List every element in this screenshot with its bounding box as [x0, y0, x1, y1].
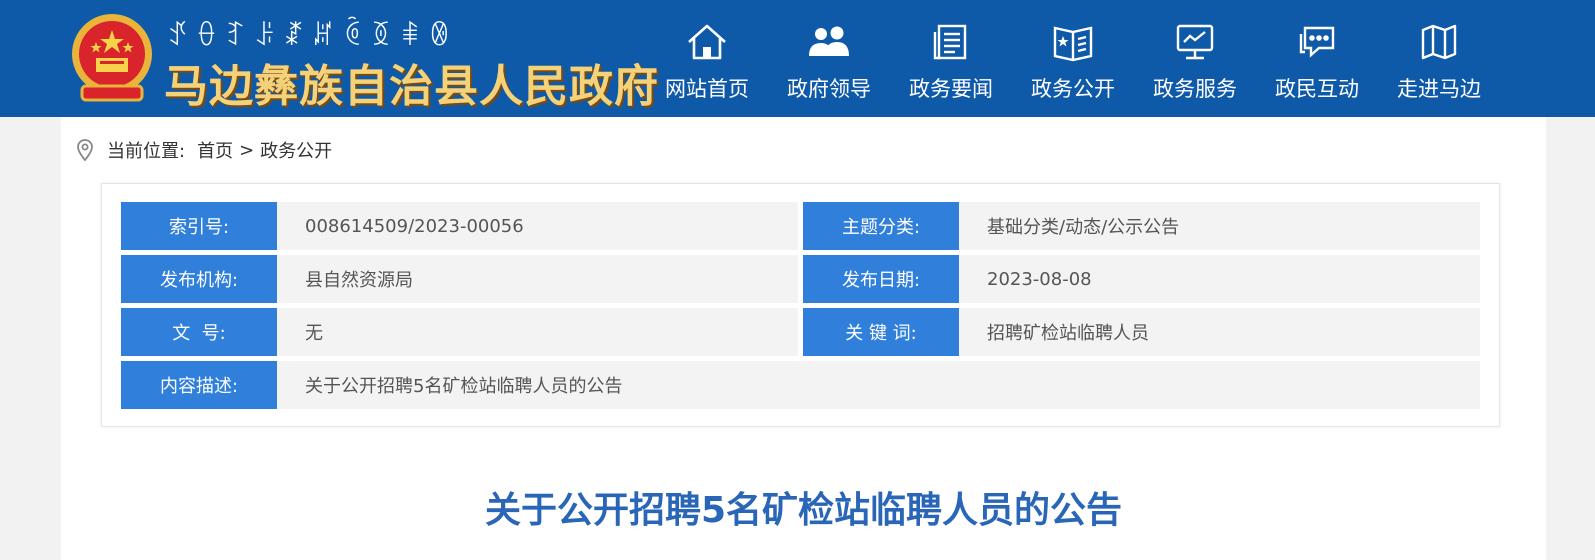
meta-value: 基础分类/动态/公示公告 [959, 202, 1480, 250]
nav-item-label: 政府领导 [787, 77, 871, 101]
meta-cell-publisher: 发布机构: 县自然资源局 [121, 255, 798, 303]
meta-row: 索引号: 008614509/2023-00056 主题分类: 基础分类/动态/… [121, 202, 1480, 250]
meta-cell-description: 内容描述: 关于公开招聘5名矿检站临聘人员的公告 [121, 361, 1480, 409]
breadcrumb-prefix: 当前位置: [107, 141, 186, 162]
monitor-icon [1176, 24, 1214, 60]
nav-item-label: 走进马边 [1397, 77, 1481, 101]
nav-item-open-gov[interactable]: 政务公开 [1012, 0, 1134, 117]
meta-value: 关于公开招聘5名矿检站临聘人员的公告 [277, 361, 1480, 409]
chat-icon [1299, 26, 1335, 58]
national-emblem-logo[interactable] [68, 12, 156, 104]
main-nav: 网站首页 政府领导 政务要闻 政务公开 政务服务 政民互动 走进马边 [646, 0, 1500, 117]
map-icon [1421, 24, 1457, 60]
meta-row: 文 号: 无 关 键 词: 招聘矿检站临聘人员 [121, 308, 1480, 356]
meta-value: 008614509/2023-00056 [277, 202, 798, 250]
document-meta-table: 索引号: 008614509/2023-00056 主题分类: 基础分类/动态/… [101, 183, 1500, 427]
meta-key: 索引号: [121, 202, 285, 250]
meta-key: 文 号: [121, 308, 285, 356]
breadcrumb: 当前位置: 首页 > 政务公开 [75, 135, 332, 165]
home-icon [688, 24, 726, 60]
meta-cell-index-no: 索引号: 008614509/2023-00056 [121, 202, 798, 250]
meta-cell-category: 主题分类: 基础分类/动态/公示公告 [803, 202, 1480, 250]
nav-item-about[interactable]: 走进马边 [1378, 0, 1500, 117]
meta-key: 内容描述: [121, 361, 285, 409]
breadcrumb-home-link[interactable]: 首页 [197, 137, 233, 163]
people-icon [809, 26, 849, 56]
yi-script-title: ꀋꂷꆈꌠꊨꏦꏱꅉꑌꂳ [167, 21, 458, 52]
meta-cell-keywords: 关 键 词: 招聘矿检站临聘人员 [803, 308, 1480, 356]
meta-key: 发布日期: [803, 255, 967, 303]
nav-item-services[interactable]: 政务服务 [1134, 0, 1256, 117]
breadcrumb-current-link[interactable]: 政务公开 [260, 137, 332, 163]
meta-cell-publish-date: 发布日期: 2023-08-08 [803, 255, 1480, 303]
meta-cell-doc-no: 文 号: 无 [121, 308, 798, 356]
nav-item-label: 政务公开 [1031, 77, 1115, 101]
nav-item-label: 政民互动 [1275, 77, 1359, 101]
nav-item-interaction[interactable]: 政民互动 [1256, 0, 1378, 117]
article-title: 关于公开招聘5名矿检站临聘人员的公告 [484, 490, 1123, 531]
news-icon [933, 24, 967, 60]
meta-value: 无 [277, 308, 798, 356]
meta-value: 2023-08-08 [959, 255, 1480, 303]
nav-item-label: 网站首页 [665, 77, 749, 101]
nav-item-label: 政务服务 [1153, 77, 1237, 101]
nav-item-leaders[interactable]: 政府领导 [768, 0, 890, 117]
site-header: ꀋꂷꆈꌠꊨꏦꏱꅉꑌꂳ 马边彝族自治县人民政府 网站首页 政府领导 政务要闻 政务… [0, 0, 1595, 117]
meta-value: 招聘矿检站临聘人员 [959, 308, 1480, 356]
location-pin-icon [77, 139, 93, 162]
nav-item-news[interactable]: 政务要闻 [890, 0, 1012, 117]
meta-value: 县自然资源局 [277, 255, 798, 303]
meta-key: 关 键 词: [803, 308, 967, 356]
nav-item-label: 政务要闻 [909, 77, 993, 101]
site-name[interactable]: 马边彝族自治县人民政府 [164, 50, 659, 114]
content-panel: 当前位置: 首页 > 政务公开 索引号: 008614509/2023-0005… [61, 117, 1546, 560]
meta-row: 发布机构: 县自然资源局 发布日期: 2023-08-08 [121, 255, 1480, 303]
open-book-icon [1053, 26, 1093, 62]
meta-row: 内容描述: 关于公开招聘5名矿检站临聘人员的公告 [121, 361, 1480, 409]
nav-item-home[interactable]: 网站首页 [646, 0, 768, 117]
breadcrumb-separator: > [239, 139, 255, 161]
meta-key: 发布机构: [121, 255, 285, 303]
meta-key: 主题分类: [803, 202, 967, 250]
